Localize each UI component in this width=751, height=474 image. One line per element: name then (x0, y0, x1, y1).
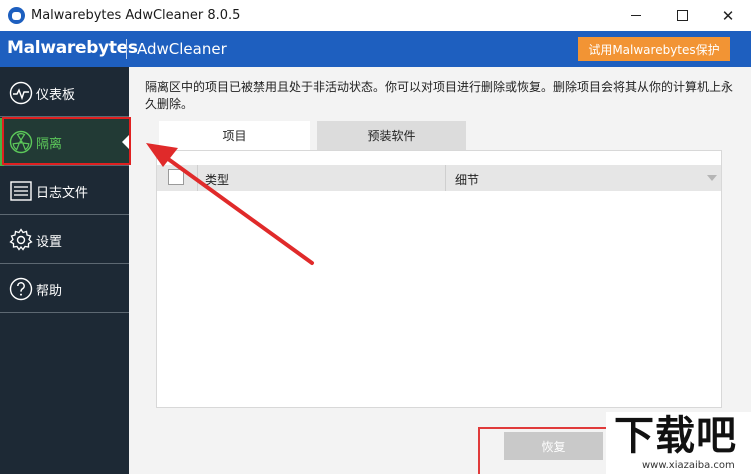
brand-divider (126, 39, 127, 59)
quarantine-description: 隔离区中的项目已被禁用且处于非活动状态。你可以对项目进行删除或恢复。删除项目会将… (145, 80, 734, 111)
column-header-type[interactable]: 类型 (205, 171, 229, 188)
sidebar-item-dashboard[interactable]: 仪表板 (0, 69, 129, 117)
gear-icon (9, 228, 33, 251)
watermark: 下载吧 www.xiazaiba.com (606, 412, 751, 474)
minimize-button[interactable] (613, 0, 659, 31)
table-header: 类型 细节 (157, 165, 721, 191)
column-divider (197, 165, 198, 191)
watermark-url: www.xiazaiba.com (642, 460, 735, 471)
close-button[interactable]: ✕ (705, 0, 751, 31)
sidebar-item-label: 帮助 (36, 284, 63, 299)
title-bar: Malwarebytes AdwCleaner 8.0.5 ✕ (0, 0, 751, 31)
maximize-icon (676, 10, 688, 21)
tab-preinstalled-software[interactable]: 预装软件 (317, 121, 466, 150)
app-header: Malwarebytes AdwCleaner 试用Malwarebytes保护 (0, 31, 751, 67)
quarantine-table: 类型 细节 (156, 150, 722, 408)
sidebar-item-label: 日志文件 (36, 186, 89, 201)
brand-logo: Malwarebytes (7, 38, 138, 58)
sidebar-item-settings[interactable]: 设置 (0, 216, 129, 264)
product-name: AdwCleaner (137, 40, 227, 58)
tab-items[interactable]: 项目 (159, 121, 310, 150)
help-question-icon (9, 277, 33, 301)
window-title: Malwarebytes AdwCleaner 8.0.5 (31, 8, 241, 23)
close-icon: ✕ (721, 6, 735, 25)
maximize-button[interactable] (659, 0, 705, 31)
trial-malwarebytes-button[interactable]: 试用Malwarebytes保护 (578, 37, 730, 61)
sidebar-item-help[interactable]: 帮助 (0, 265, 129, 313)
sidebar-item-log-files[interactable]: 日志文件 (0, 167, 129, 215)
column-header-detail[interactable]: 细节 (455, 171, 479, 188)
watermark-text: 下载吧 (614, 413, 737, 459)
select-all-checkbox[interactable] (168, 169, 184, 185)
sidebar-item-label: 仪表板 (36, 88, 76, 103)
sort-down-icon[interactable] (707, 175, 717, 181)
dashboard-pulse-icon (9, 81, 33, 105)
log-file-icon (10, 181, 32, 201)
sidebar-item-label: 隔离 (36, 137, 63, 152)
malwarebytes-app-icon (8, 7, 25, 24)
column-divider (445, 165, 446, 191)
quarantine-radiation-icon (9, 130, 33, 154)
minimize-icon (631, 15, 641, 16)
sidebar-item-quarantine[interactable]: 隔离 (0, 118, 129, 166)
restore-button[interactable]: 恢复 (504, 432, 603, 460)
sidebar-item-label: 设置 (36, 235, 63, 250)
active-indicator (122, 135, 129, 149)
sidebar: 仪表板 隔离 日志文件 设置 帮助 (0, 67, 129, 474)
